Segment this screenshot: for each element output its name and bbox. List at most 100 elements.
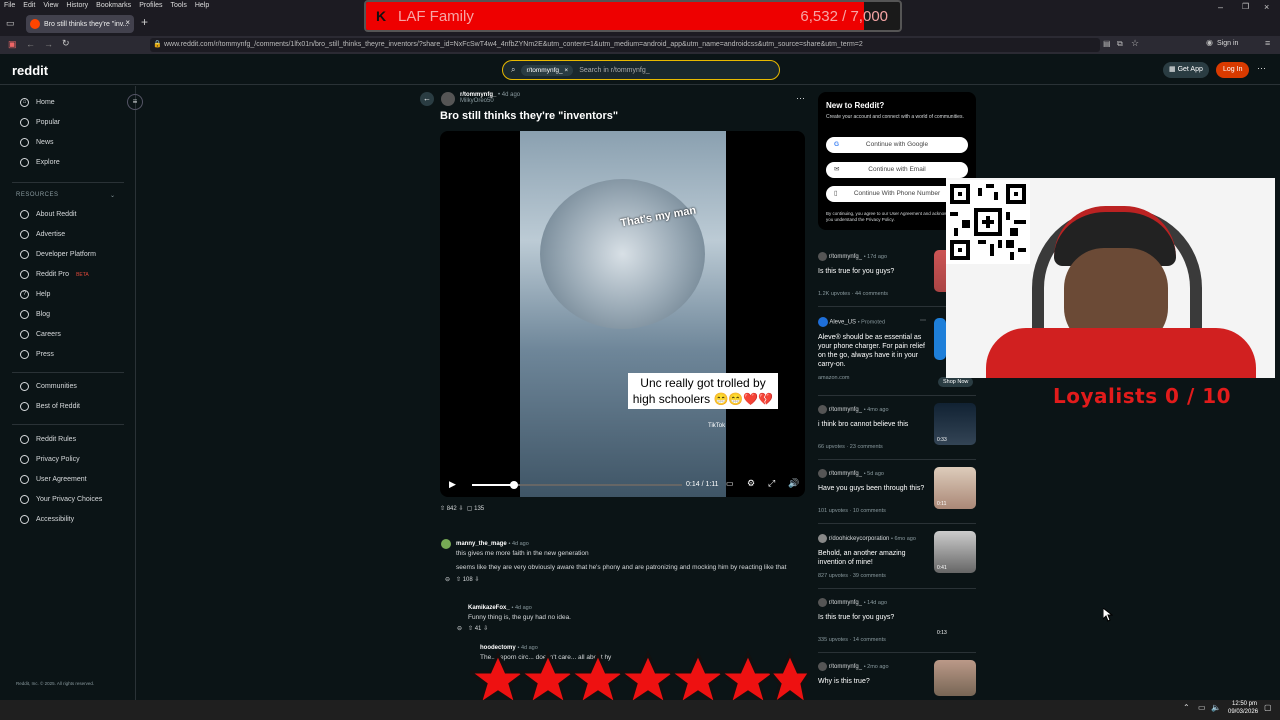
related-age: • 5d ago: [863, 471, 884, 478]
collapse-icon[interactable]: ⊖: [457, 625, 462, 632]
sidebar-toggle-icon[interactable]: ▭: [6, 18, 15, 29]
forward-icon[interactable]: →: [44, 39, 53, 49]
menu-view[interactable]: View: [43, 2, 58, 9]
nav-user-agreement[interactable]: User Agreement: [20, 475, 87, 484]
nav-home[interactable]: ⌂ Home: [20, 98, 55, 107]
related-sub[interactable]: r/doohickeycorporation: [829, 536, 890, 542]
extension-icon[interactable]: ⧉: [1117, 39, 1123, 49]
nav-reddit-rules[interactable]: Reddit Rules: [20, 435, 76, 444]
related-thumbnail[interactable]: 0:41: [934, 531, 976, 573]
downvote-icon[interactable]: ⇩: [458, 506, 463, 512]
reader-icon[interactable]: ▤: [1103, 39, 1111, 48]
related-sub[interactable]: r/tommynfg_: [829, 664, 862, 670]
get-app-button[interactable]: ▦ Get App: [1163, 62, 1209, 78]
search-scope-chip[interactable]: r/tommynfg_ ×: [521, 64, 574, 76]
menu-help[interactable]: Help: [195, 2, 209, 9]
browser-menu-icon[interactable]: ≡: [1265, 38, 1270, 48]
taskbar-time[interactable]: 12:50 pm: [1232, 701, 1257, 707]
post-options-icon[interactable]: ⋯: [796, 93, 805, 104]
related-thumbnail[interactable]: [934, 660, 976, 696]
ad-options-icon[interactable]: ⋯: [920, 317, 926, 324]
related-sub[interactable]: Aleve_US: [829, 320, 856, 326]
post-author[interactable]: MilkyOreo50: [460, 98, 494, 104]
menu-history[interactable]: History: [66, 2, 88, 9]
nav-developer-platform[interactable]: Developer Platform: [20, 250, 96, 259]
related-sub[interactable]: r/tommynfg_: [829, 471, 862, 477]
nav-explore[interactable]: Explore: [20, 158, 60, 167]
reddit-logo[interactable]: reddit: [12, 63, 48, 78]
menu-profiles[interactable]: Profiles: [139, 2, 162, 9]
search-input[interactable]: ⌕ r/tommynfg_ × Search in r/tommynfg_: [502, 60, 780, 80]
sidebar-icon[interactable]: ▣: [8, 39, 17, 50]
menu-bookmarks[interactable]: Bookmarks: [96, 2, 131, 9]
close-window-icon[interactable]: ×: [1264, 2, 1269, 12]
tray-chevron-icon[interactable]: ⌃: [1183, 703, 1190, 712]
related-sub[interactable]: r/tommynfg_: [829, 407, 862, 413]
back-icon[interactable]: ←: [26, 39, 35, 49]
resources-header[interactable]: RESOURCES ⌄: [16, 192, 115, 199]
network-icon[interactable]: ▭: [1198, 703, 1206, 712]
restore-icon[interactable]: ❐: [1242, 2, 1249, 11]
nav-popular[interactable]: Popular: [20, 118, 60, 127]
collapse-icon[interactable]: ⊖: [445, 576, 450, 583]
related-thumbnail[interactable]: 0:13: [934, 596, 976, 638]
related-sub[interactable]: r/tommynfg_: [829, 600, 862, 606]
nav-reddit-pro[interactable]: Reddit Pro BETA: [20, 270, 89, 279]
nav-press[interactable]: Press: [20, 350, 54, 359]
reload-icon[interactable]: ↻: [62, 38, 70, 49]
upvote-icon[interactable]: ⇧: [440, 506, 445, 512]
play-icon[interactable]: ▶: [449, 479, 456, 490]
seek-bar[interactable]: [472, 481, 682, 489]
more-options-icon[interactable]: ⋯: [1257, 63, 1266, 74]
shop-now-button[interactable]: Shop Now: [938, 377, 974, 387]
collapse-nav-icon[interactable]: ≡: [127, 94, 143, 110]
nav-communities[interactable]: Communities: [20, 382, 77, 391]
signin-button[interactable]: Sign in: [1217, 40, 1238, 47]
back-button[interactable]: ←: [420, 92, 434, 106]
downvote-icon[interactable]: ⇩: [474, 577, 479, 583]
downvote-icon[interactable]: ⇩: [483, 626, 488, 632]
new-tab-icon[interactable]: +: [141, 15, 148, 29]
menu-edit[interactable]: Edit: [23, 2, 35, 9]
nav-about-reddit[interactable]: About Reddit: [20, 210, 76, 219]
nav-advertise[interactable]: Advertise: [20, 230, 65, 239]
volume-icon[interactable]: 🔊: [788, 478, 799, 489]
subreddit-avatar[interactable]: [441, 92, 455, 106]
seek-handle[interactable]: [510, 481, 518, 489]
related-thumbnail[interactable]: 0:11: [934, 467, 976, 509]
notification-icon[interactable]: ▢: [1264, 703, 1272, 712]
nav-privacy-policy[interactable]: Privacy Policy: [20, 455, 80, 464]
active-tab[interactable]: Bro still thinks they're "inv... ×: [26, 15, 134, 33]
url-input[interactable]: 🔒 www.reddit.com/r/tommynfg_/comments/1l…: [150, 38, 1100, 52]
nav-privacy-choices[interactable]: Your Privacy Choices: [20, 495, 102, 504]
captions-icon[interactable]: ▭: [726, 479, 734, 488]
close-tab-icon[interactable]: ×: [125, 18, 130, 27]
comment-icon[interactable]: ▢: [467, 506, 473, 512]
nav-accessibility[interactable]: Accessibility: [20, 515, 74, 524]
upvote-icon[interactable]: ⇧: [456, 577, 461, 583]
related-thumbnail[interactable]: 0:33: [934, 403, 976, 445]
taskbar-date[interactable]: 09/03/2026: [1228, 709, 1258, 715]
related-sub[interactable]: r/tommynfg_: [829, 254, 862, 260]
settings-icon[interactable]: ⚙: [747, 478, 755, 489]
video-player[interactable]: That's my man Unc really got trolled by …: [440, 131, 805, 497]
nav-help[interactable]: ? Help: [20, 290, 50, 299]
upvote-icon[interactable]: ⇧: [468, 626, 473, 632]
fullscreen-icon[interactable]: ⤢: [768, 478, 775, 489]
login-button[interactable]: Log In: [1216, 62, 1250, 78]
comment-avatar[interactable]: [441, 539, 451, 549]
speaker-icon[interactable]: 🔈: [1211, 703, 1221, 712]
bookmark-star-icon[interactable]: ☆: [1131, 38, 1139, 49]
nav-news[interactable]: News: [20, 138, 54, 147]
menu-tools[interactable]: Tools: [171, 2, 187, 9]
ad-thumbnail[interactable]: [934, 318, 946, 360]
minimize-icon[interactable]: –: [1218, 2, 1223, 12]
continue-email-button[interactable]: ✉ Continue with Email: [826, 162, 968, 178]
menu-file[interactable]: File: [4, 2, 15, 9]
comment-user[interactable]: KamikazeFox_: [468, 605, 510, 611]
nav-blog[interactable]: Blog: [20, 310, 50, 319]
nav-best-of-reddit[interactable]: Best of Reddit: [20, 402, 80, 411]
nav-careers[interactable]: Careers: [20, 330, 61, 339]
continue-google-button[interactable]: G Continue with Google: [826, 137, 968, 153]
comment-user[interactable]: manny_the_mage: [456, 541, 507, 547]
